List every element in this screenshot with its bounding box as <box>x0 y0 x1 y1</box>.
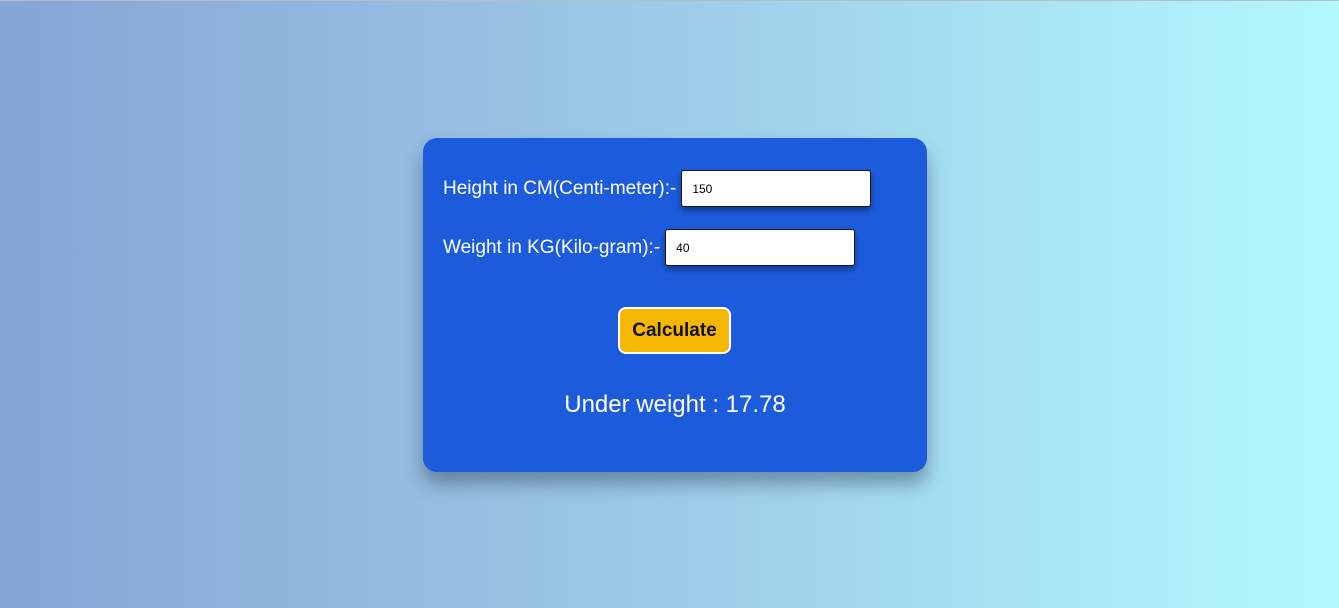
height-label: Height in CM(Centi-meter):- <box>443 177 677 199</box>
calculate-button[interactable]: Calculate <box>618 307 731 354</box>
height-row: Height in CM(Centi-meter):- <box>443 170 872 207</box>
height-input[interactable] <box>681 170 872 207</box>
weight-row: Weight in KG(Kilo-gram):- <box>443 229 856 266</box>
bmi-result-text: Under weight : 17.78 <box>564 391 786 418</box>
bmi-calculator-card: Height in CM(Centi-meter):- Weight in KG… <box>423 138 927 472</box>
weight-input[interactable] <box>665 229 856 266</box>
weight-label: Weight in KG(Kilo-gram):- <box>443 236 661 258</box>
